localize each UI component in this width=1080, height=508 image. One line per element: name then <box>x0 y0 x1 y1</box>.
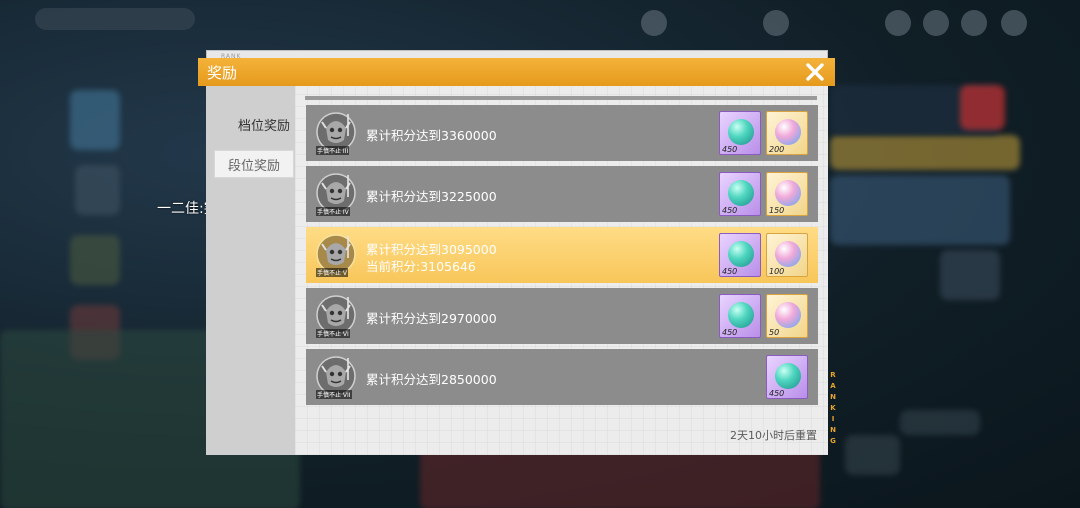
rank-badge-label: 手慎不止 V <box>316 268 349 277</box>
reward-list: 手慎不止 III 累计积分达到3360000 450 200 手慎不止 IV 累计积分达… <box>295 86 828 455</box>
reward-quantity: 450 <box>769 389 785 398</box>
tier-row: 手慎不止 VI 累计积分达到2970000 450 50 <box>306 288 818 344</box>
bg-circle-icon <box>1001 10 1027 36</box>
teal-orb-icon <box>728 302 754 328</box>
bg-circle-icon <box>641 10 667 36</box>
reward-item[interactable]: 50 <box>766 294 808 338</box>
reward-item[interactable]: 450 <box>719 233 761 277</box>
rank-badge-label: 手慎不止 VII <box>316 390 352 399</box>
bg-circle-icon <box>961 10 987 36</box>
bg-blur-shape <box>830 135 1020 170</box>
pink-orb-icon <box>775 180 801 206</box>
tier-row: 手慎不止 III 累计积分达到3360000 450 200 <box>306 105 818 161</box>
reward-dialog: RANK 奖励 档位奖励 段位奖励 手慎不止 III 累计积分达到3360000 4… <box>198 50 836 455</box>
reward-item[interactable]: 450 <box>719 172 761 216</box>
tier-goal-text: 累计积分达到3360000 <box>366 128 497 143</box>
pink-orb-icon <box>775 241 801 267</box>
bg-blur-shape <box>845 435 900 475</box>
bg-blur-shape <box>830 175 1010 245</box>
dialog-title: 奖励 <box>207 64 238 82</box>
close-button[interactable] <box>803 60 827 84</box>
reward-quantity: 450 <box>722 328 738 337</box>
reward-item[interactable]: 150 <box>766 172 808 216</box>
bg-blur-shape <box>900 410 980 435</box>
bg-pill <box>35 8 195 30</box>
teal-orb-icon <box>728 180 754 206</box>
pink-orb-icon <box>775 119 801 145</box>
teal-orb-icon <box>775 363 801 389</box>
pink-orb-icon <box>775 302 801 328</box>
teal-orb-icon <box>728 119 754 145</box>
reward-item[interactable]: 450 <box>766 355 808 399</box>
tier-goal-text: 累计积分达到3225000 <box>366 189 497 204</box>
tab-rank-rewards[interactable]: 段位奖励 <box>214 150 294 178</box>
teal-orb-icon <box>728 241 754 267</box>
reward-quantity: 200 <box>769 145 785 154</box>
bg-blur-shape <box>940 250 1000 300</box>
bg-circle-icon <box>763 10 789 36</box>
bg-blur-shape <box>75 165 120 215</box>
rank-badge-icon: 手慎不止 V <box>314 230 358 280</box>
bg-blur-shape <box>960 85 1005 130</box>
bg-circle-icon <box>923 10 949 36</box>
reward-quantity: 100 <box>769 267 785 276</box>
rank-badge-icon: 手慎不止 III <box>314 108 358 158</box>
reward-quantity: 450 <box>722 206 738 215</box>
reward-quantity: 50 <box>769 328 780 337</box>
tier-row: 手慎不止 IV 累计积分达到3225000 450 150 <box>306 166 818 222</box>
dialog-header: 奖励 <box>198 58 835 86</box>
rank-badge-label: 手慎不止 III <box>316 146 350 155</box>
ranking-vertical-label: RANKING <box>830 371 836 445</box>
rank-badge-label: 手慎不止 VI <box>316 329 350 338</box>
tab-tier-rewards[interactable]: 档位奖励 <box>224 110 304 138</box>
tier-row: 手慎不止 VII 累计积分达到2850000 450 <box>306 349 818 405</box>
bg-blur-shape <box>70 90 120 150</box>
rank-badge-icon: 手慎不止 VII <box>314 352 358 402</box>
reward-item[interactable]: 100 <box>766 233 808 277</box>
reward-quantity: 150 <box>769 206 785 215</box>
rank-badge-label: 手慎不止 IV <box>316 207 350 216</box>
tier-row: 手慎不止 V 累计积分达到3095000 当前积分:3105646 450 100 <box>306 227 818 283</box>
bg-blur-shape <box>70 235 120 285</box>
rank-badge-icon: 手慎不止 VI <box>314 291 358 341</box>
reward-quantity: 450 <box>722 145 738 154</box>
bg-top-bar <box>35 5 1045 36</box>
close-icon <box>806 63 824 81</box>
rank-badge-icon: 手慎不止 IV <box>314 169 358 219</box>
reset-timer: 2天10小时后重置 <box>730 429 817 442</box>
reward-item[interactable]: 450 <box>719 111 761 155</box>
list-divider <box>305 96 817 100</box>
bg-circle-icon <box>885 10 911 36</box>
tier-goal-text: 累计积分达到2970000 <box>366 311 497 326</box>
sidebar: 档位奖励 段位奖励 <box>206 86 295 455</box>
reward-item[interactable]: 200 <box>766 111 808 155</box>
reward-quantity: 450 <box>722 267 738 276</box>
tier-goal-text: 累计积分达到2850000 <box>366 372 497 387</box>
current-score-text: 当前积分:3105646 <box>366 259 476 274</box>
reward-item[interactable]: 450 <box>719 294 761 338</box>
